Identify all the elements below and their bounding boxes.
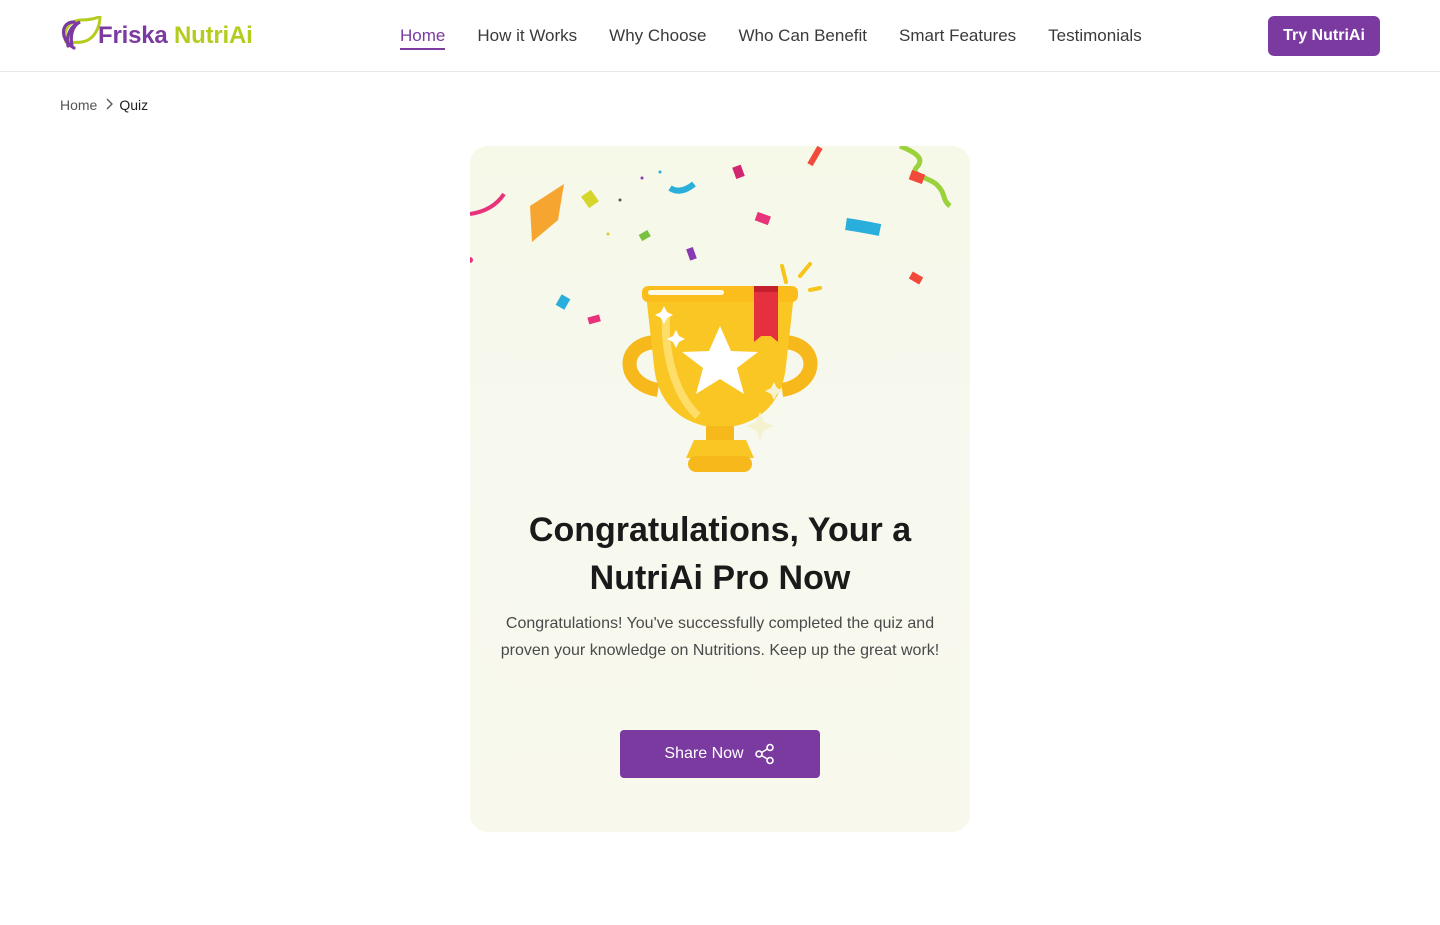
site-header: Friska NutriAi Home How it Works Why Cho…: [0, 0, 1440, 72]
result-title: Congratulations, Your a NutriAi Pro Now: [528, 511, 912, 597]
share-now-label: Share Now: [664, 745, 744, 762]
try-nutriai-button[interactable]: Try NutriAi: [1268, 16, 1380, 56]
nav-testimonials[interactable]: Testimonials: [1048, 24, 1142, 50]
nav-smart-features[interactable]: Smart Features: [899, 24, 1016, 50]
brand-name-part2: NutriAi: [173, 22, 253, 49]
nav-who-can-benefit[interactable]: Who Can Benefit: [739, 24, 868, 50]
breadcrumb-current: Quiz: [119, 97, 149, 113]
share-icon: [754, 743, 774, 765]
chevron-right-icon: [105, 97, 115, 113]
brand-name-part1: Friska: [98, 22, 174, 49]
trophy-icon: [470, 146, 952, 472]
main-nav: Home How it Works Why Choose Who Can Ben…: [400, 24, 1174, 50]
quiz-result-card: Congratulations, Your a NutriAi Pro Now …: [470, 146, 970, 832]
leaf-logo-icon: [61, 16, 102, 50]
nav-home[interactable]: Home: [400, 24, 446, 50]
nav-how-it-works[interactable]: How it Works: [477, 24, 577, 50]
trophy-graphic: [622, 262, 822, 472]
result-description: Congratulations! You've successfully com…: [500, 615, 940, 659]
brand-name: Friska NutriAi: [98, 22, 253, 50]
breadcrumb-home[interactable]: Home: [60, 97, 97, 113]
nav-why-choose[interactable]: Why Choose: [609, 24, 706, 50]
breadcrumb: Home Quiz: [60, 97, 148, 113]
share-now-button[interactable]: Share Now: [620, 730, 820, 778]
brand-logo[interactable]: Friska NutriAi: [60, 16, 253, 52]
